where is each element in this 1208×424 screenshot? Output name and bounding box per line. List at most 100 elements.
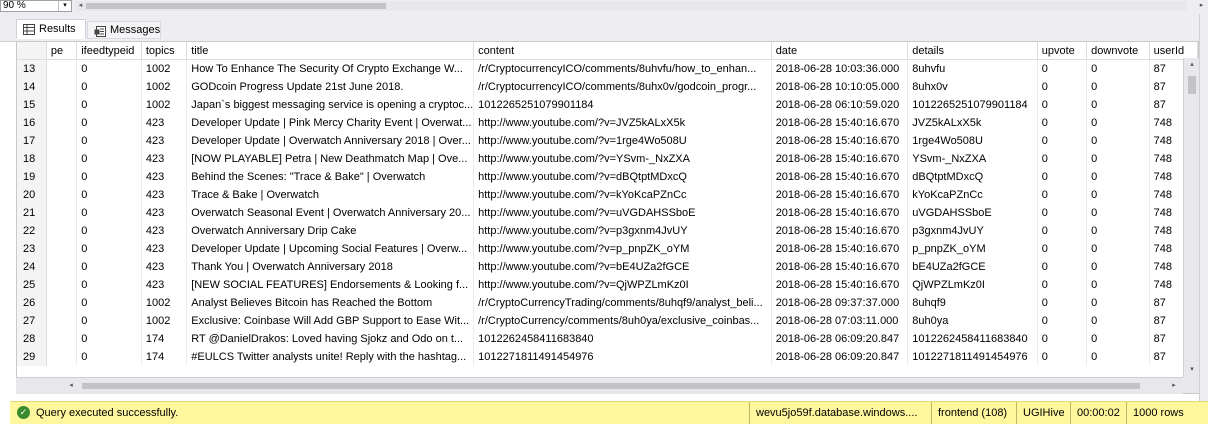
table-cell[interactable]: http://www.youtube.com/?v=1rge4Wo508U xyxy=(473,132,772,150)
table-cell[interactable]: 0 xyxy=(76,150,142,168)
table-cell[interactable] xyxy=(46,276,78,294)
table-cell[interactable]: 0 xyxy=(1086,240,1150,258)
table-cell[interactable] xyxy=(46,78,78,96)
table-cell[interactable]: 0 xyxy=(1086,222,1150,240)
table-cell[interactable]: http://www.youtube.com/?v=bE4UZa2fGCE xyxy=(473,258,772,276)
table-cell[interactable]: [NOW PLAYABLE] Petra | New Deathmatch Ma… xyxy=(186,150,475,168)
table-cell[interactable]: 2018-06-28 15:40:16.670 xyxy=(771,240,909,258)
table-cell[interactable]: 0 xyxy=(1037,240,1088,258)
column-header[interactable]: pe xyxy=(46,42,78,60)
table-cell[interactable] xyxy=(46,186,78,204)
table-cell[interactable]: http://www.youtube.com/?v=p_pnpZK_oYM xyxy=(473,240,772,258)
table-cell[interactable]: p_pnpZK_oYM xyxy=(907,240,1038,258)
table-cell[interactable]: 2018-06-28 15:40:16.670 xyxy=(771,222,909,240)
table-cell[interactable]: 423 xyxy=(141,258,188,276)
table-cell[interactable]: 0 xyxy=(76,312,142,330)
table-cell[interactable]: 0 xyxy=(1037,96,1088,114)
table-cell[interactable]: 0 xyxy=(76,78,142,96)
scrollbar-thumb[interactable] xyxy=(1188,76,1196,94)
table-cell[interactable]: 0 xyxy=(1086,78,1150,96)
table-cell[interactable]: 1012265251079901184 xyxy=(473,96,772,114)
table-cell[interactable] xyxy=(46,204,78,222)
table-cell[interactable]: 0 xyxy=(76,348,142,366)
table-cell[interactable]: 0 xyxy=(1086,312,1150,330)
table-cell[interactable]: JVZ5kALxX5k xyxy=(907,114,1038,132)
table-cell[interactable]: 2018-06-28 06:10:59.020 xyxy=(771,96,909,114)
table-cell[interactable]: 2018-06-28 15:40:16.670 xyxy=(771,132,909,150)
row-number[interactable]: 18 xyxy=(17,150,47,168)
row-number[interactable]: 27 xyxy=(17,312,47,330)
table-row[interactable]: 15 0 1002 Japan`s biggest messaging service… xyxy=(17,96,1198,114)
table-cell[interactable]: 0 xyxy=(1086,276,1150,294)
table-cell[interactable]: QjWPZLmKz0I xyxy=(907,276,1038,294)
table-cell[interactable]: 2018-06-28 15:40:16.670 xyxy=(771,150,909,168)
scrollbar-thumb[interactable] xyxy=(82,383,1140,389)
table-cell[interactable]: 2018-06-28 15:40:16.670 xyxy=(771,276,909,294)
table-cell[interactable]: 1012262458411683840 xyxy=(473,330,772,348)
table-cell[interactable]: /r/CryptocurrencyICO/comments/8uhx0v/god… xyxy=(473,78,772,96)
table-cell[interactable] xyxy=(46,222,78,240)
table-cell[interactable]: 0 xyxy=(1086,204,1150,222)
row-number[interactable]: 25 xyxy=(17,276,47,294)
table-cell[interactable]: 1012265251079901184 xyxy=(907,96,1038,114)
table-cell[interactable]: 2018-06-28 15:40:16.670 xyxy=(771,186,909,204)
table-cell[interactable]: Trace & Bake | Overwatch xyxy=(186,186,475,204)
table-cell[interactable]: Developer Update | Overwatch Anniversary… xyxy=(186,132,475,150)
row-number[interactable]: 20 xyxy=(17,186,47,204)
table-cell[interactable]: /r/CryptoCurrencyTrading/comments/8uhqf9… xyxy=(473,294,772,312)
table-cell[interactable]: 0 xyxy=(1086,294,1150,312)
table-cell[interactable]: Overwatch Seasonal Event | Overwatch Ann… xyxy=(186,204,475,222)
table-cell[interactable] xyxy=(46,348,78,366)
table-cell[interactable] xyxy=(46,240,78,258)
table-cell[interactable]: YSvm-_NxZXA xyxy=(907,150,1038,168)
table-cell[interactable] xyxy=(46,294,78,312)
table-cell[interactable]: 1002 xyxy=(141,59,188,78)
table-row[interactable]: 16 0 423 Developer Update | Pink Mercy Char… xyxy=(17,114,1198,132)
column-header[interactable]: details xyxy=(907,42,1038,60)
table-cell[interactable]: 0 xyxy=(1086,186,1150,204)
table-cell[interactable]: 0 xyxy=(1037,258,1088,276)
table-cell[interactable]: 0 xyxy=(1086,114,1150,132)
table-cell[interactable]: 1002 xyxy=(141,78,188,96)
table-cell[interactable]: GODcoin Progress Update 21st June 2018. xyxy=(186,78,475,96)
table-cell[interactable]: 0 xyxy=(1086,330,1150,348)
table-cell[interactable]: 2018-06-28 15:40:16.670 xyxy=(771,204,909,222)
table-cell[interactable]: 423 xyxy=(141,240,188,258)
table-cell[interactable]: 0 xyxy=(76,258,142,276)
table-cell[interactable]: 174 xyxy=(141,348,188,366)
row-number[interactable]: 24 xyxy=(17,258,47,276)
table-cell[interactable]: 174 xyxy=(141,330,188,348)
table-row[interactable]: 29 0 174 #EULCS Twitter analysts unite! Rep… xyxy=(17,348,1198,366)
table-cell[interactable]: Thank You | Overwatch Anniversary 2018 xyxy=(186,258,475,276)
table-cell[interactable]: http://www.youtube.com/?v=YSvm-_NxZXA xyxy=(473,150,772,168)
row-number[interactable]: 14 xyxy=(17,78,47,96)
table-cell[interactable]: 0 xyxy=(1037,132,1088,150)
editor-horizontal-scrollbar[interactable]: ◂ ▸ xyxy=(76,1,1203,11)
row-number[interactable]: 16 xyxy=(17,114,47,132)
table-cell[interactable]: 0 xyxy=(76,186,142,204)
table-cell[interactable]: 0 xyxy=(76,96,142,114)
table-cell[interactable]: 423 xyxy=(141,132,188,150)
table-row[interactable]: 19 0 423 Behind the Scenes: "Trace & Bake" … xyxy=(17,168,1198,186)
column-header[interactable]: ifeedtypeid xyxy=(76,42,142,60)
table-cell[interactable]: http://www.youtube.com/?v=JVZ5kALxX5k xyxy=(473,114,772,132)
table-cell[interactable] xyxy=(46,150,78,168)
table-cell[interactable]: 2018-06-28 15:40:16.670 xyxy=(771,114,909,132)
table-cell[interactable]: 0 xyxy=(76,240,142,258)
table-cell[interactable]: 423 xyxy=(141,150,188,168)
scrollbar-thumb[interactable] xyxy=(86,3,386,9)
table-cell[interactable]: p3gxnm4JvUY xyxy=(907,222,1038,240)
table-cell[interactable]: 0 xyxy=(1086,348,1150,366)
table-cell[interactable]: /r/CryptoCurrency/comments/8uh0ya/exclus… xyxy=(473,312,772,330)
table-cell[interactable]: 8uh0ya xyxy=(907,312,1038,330)
table-cell[interactable]: 0 xyxy=(1037,150,1088,168)
table-cell[interactable]: 0 xyxy=(1037,59,1088,78)
scroll-left-icon[interactable]: ◂ xyxy=(64,378,78,394)
table-row[interactable]: 21 0 423 Overwatch Seasonal Event | Overwat… xyxy=(17,204,1198,222)
table-cell[interactable]: http://www.youtube.com/?v=uVGDAHSSboE xyxy=(473,204,772,222)
table-cell[interactable]: 1012262458411683840 xyxy=(907,330,1038,348)
row-number[interactable]: 19 xyxy=(17,168,47,186)
row-number[interactable]: 13 xyxy=(17,59,47,78)
table-cell[interactable]: 2018-06-28 10:03:36.000 xyxy=(771,59,909,78)
column-header[interactable]: title xyxy=(186,42,475,60)
